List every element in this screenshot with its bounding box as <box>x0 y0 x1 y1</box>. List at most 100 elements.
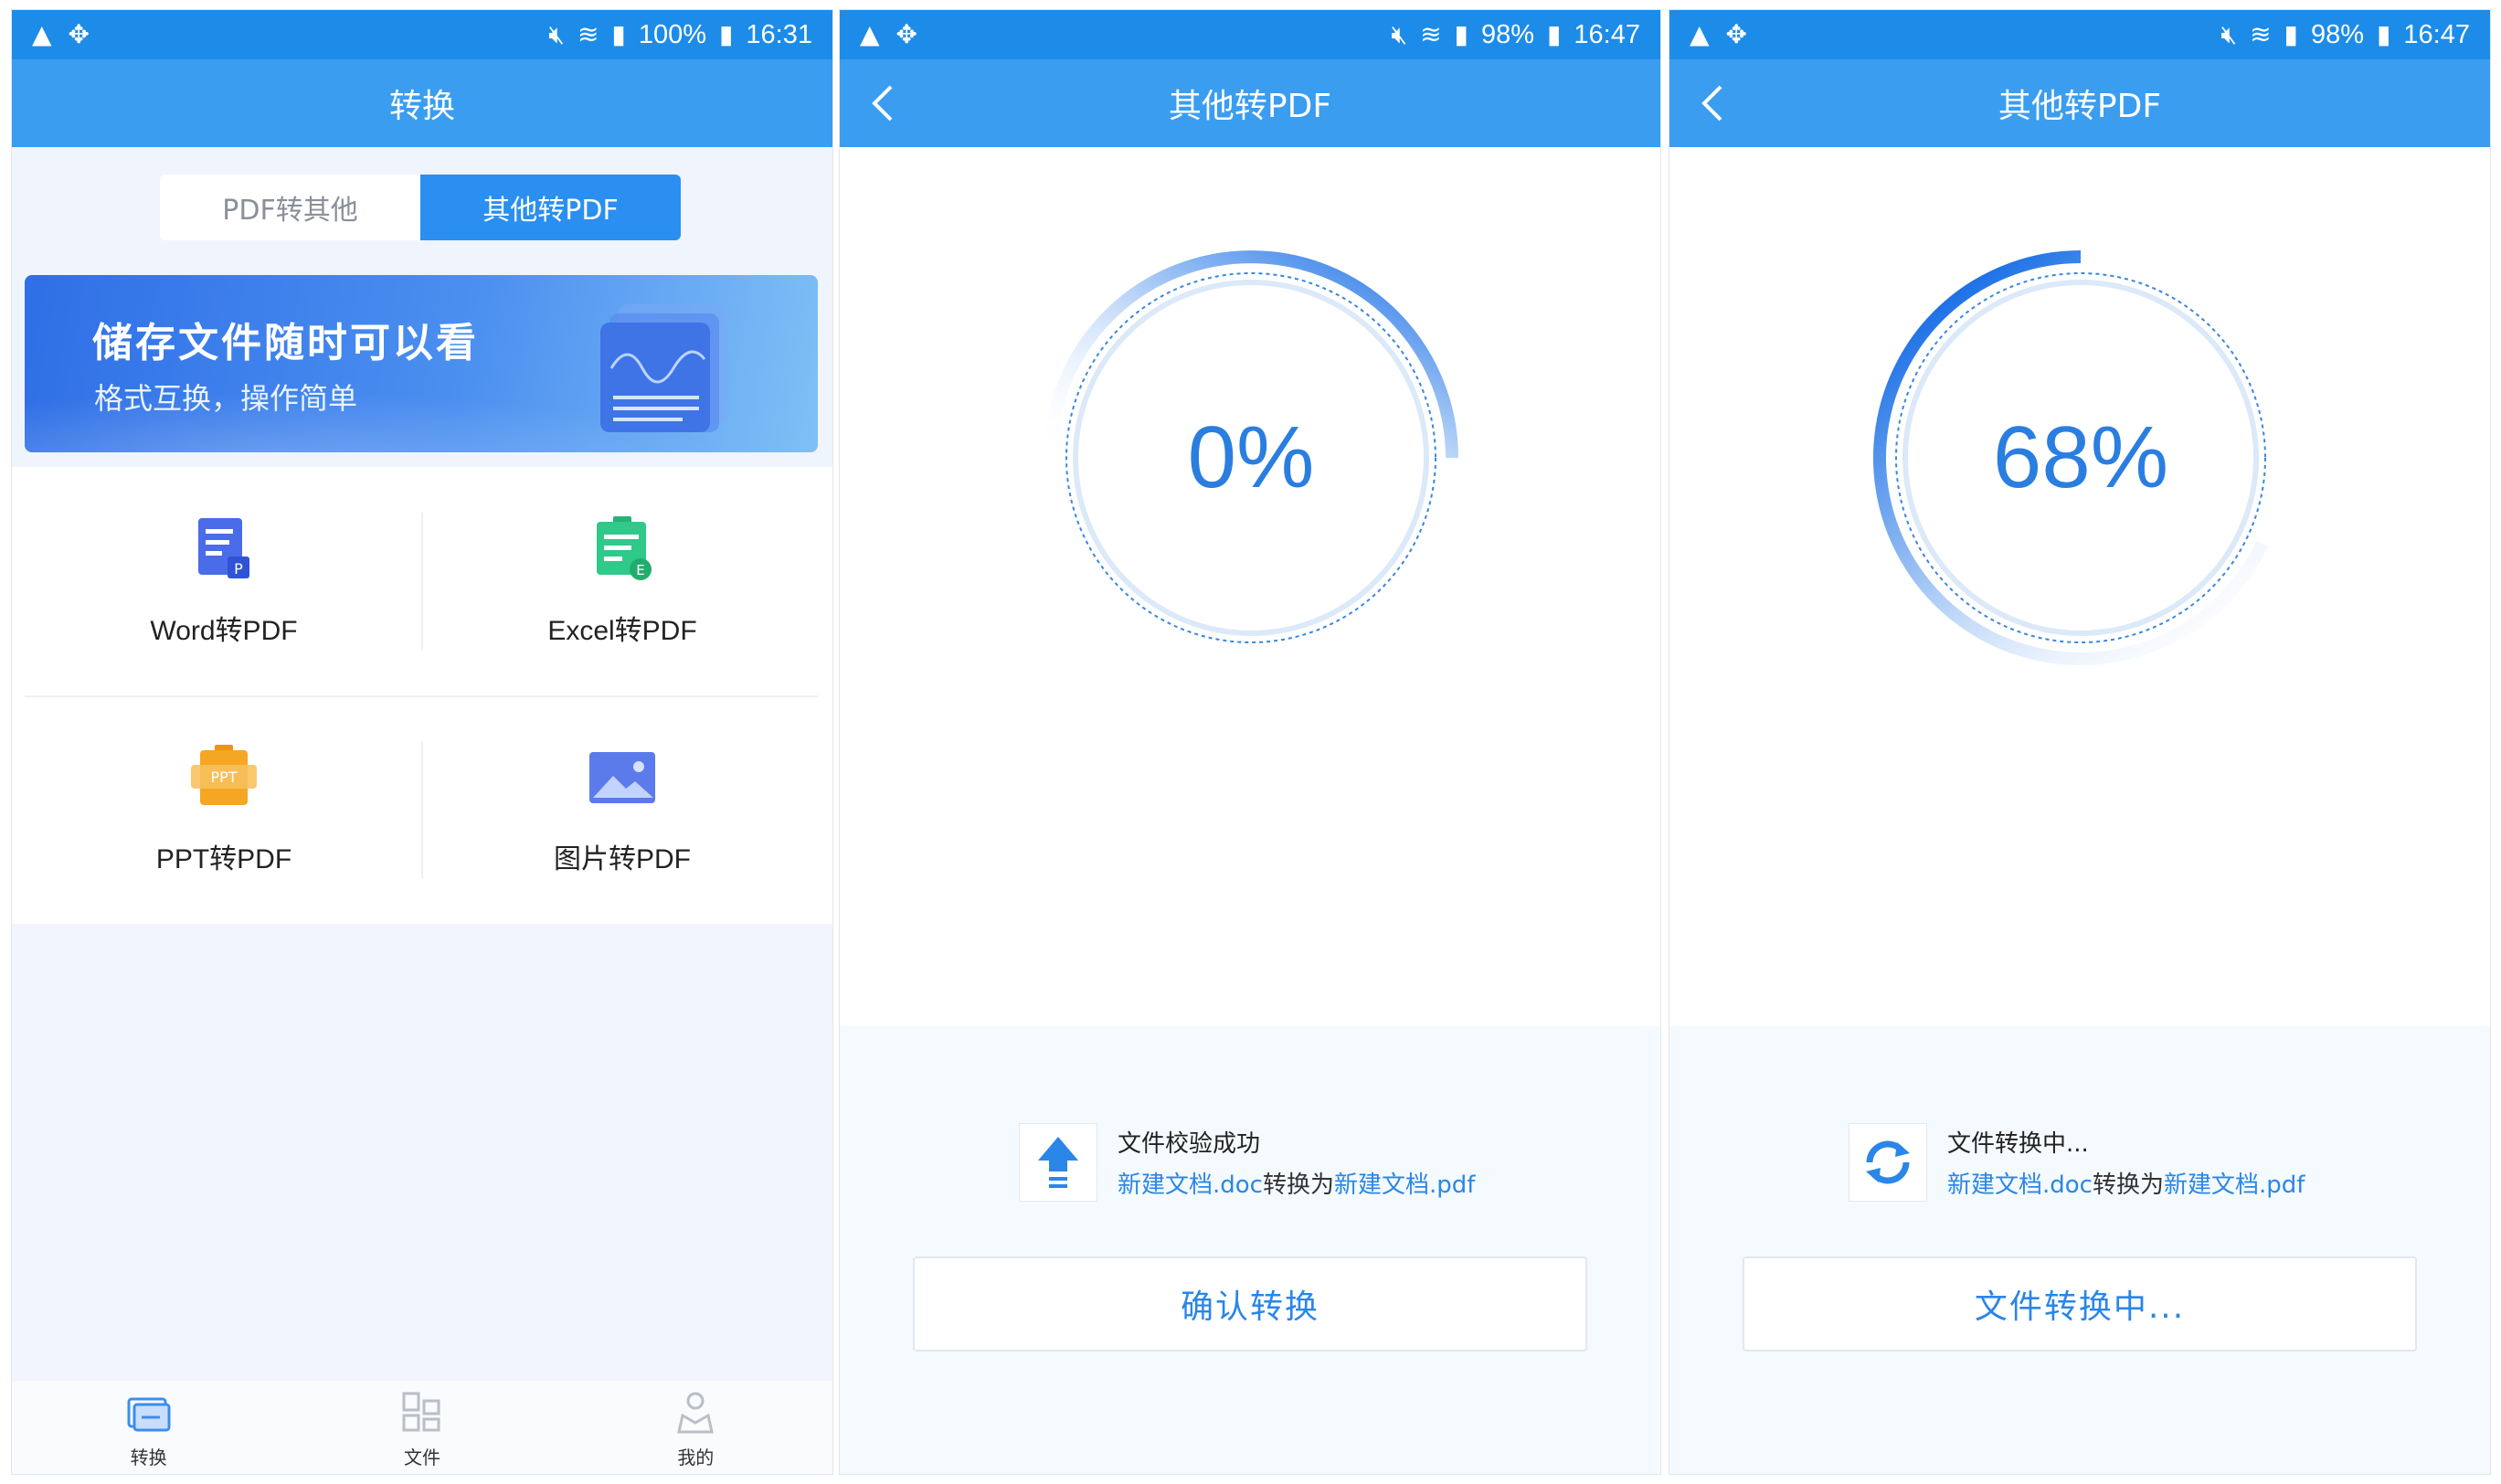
tab-files[interactable]: 文件 <box>331 1388 514 1469</box>
battery-icon: ▮ <box>2377 20 2391 48</box>
clock: 16:47 <box>1574 19 1640 49</box>
image-to-pdf-item[interactable]: 图片转PDF <box>423 695 821 924</box>
wifi-icon: ≋ <box>1420 20 1442 48</box>
warning-icon: ▲ <box>860 19 880 49</box>
file-text: 文件校验成功 新建文档.doc转换为新建文档.pdf <box>1118 1125 1475 1200</box>
back-arrow-icon[interactable] <box>864 81 907 125</box>
profile-icon <box>677 1392 715 1433</box>
item-label: Word转PDF <box>150 616 298 646</box>
tab-label: 转换 <box>130 1446 167 1468</box>
top-section: PDF转其他 其他转PDF 储存文件随时可以看 格式互换，操作简单 <box>12 147 832 467</box>
upload-arrow-icon <box>1038 1137 1078 1188</box>
confirm-convert-button[interactable]: 确认转换 <box>913 1256 1587 1352</box>
clock: 16:47 <box>2403 19 2470 49</box>
excel-doc-icon: E <box>597 516 652 580</box>
page-title: 其他转PDF <box>1998 88 2162 125</box>
page-title: 转换 <box>388 88 455 125</box>
battery-percent: 100% <box>638 19 706 49</box>
app-header: 其他转PDF <box>1669 59 2490 147</box>
file-status-text: 文件校验成功 <box>1118 1130 1261 1158</box>
app-notification-icon: ✥ <box>68 19 90 49</box>
conversion-grid: P Word转PDF E Excel转PDF PPT PPT转PDF 图片转PD… <box>12 467 832 924</box>
file-status-row: 文件校验成功 新建文档.doc转换为新建文档.pdf <box>1019 1123 1475 1202</box>
signal-icon: ▮ <box>2284 20 2298 48</box>
signal-icon: ▮ <box>1454 20 1468 48</box>
convert-home-screen: ▲ ✥ 🔇︎ ≋ ▮ 100% ▮ 16:31 转换 PDF转其他 其他转PDF… <box>11 9 833 1475</box>
file-text: 文件转换中... 新建文档.doc转换为新建文档.pdf <box>1947 1125 2305 1200</box>
mute-icon: 🔇︎ <box>2220 20 2238 48</box>
warning-icon: ▲ <box>1690 19 1710 49</box>
convert-to-text: 转换为 <box>1262 1171 1334 1199</box>
word-to-pdf-item[interactable]: P Word转PDF <box>25 467 423 695</box>
empty-area <box>12 924 832 1381</box>
converting-screen: ▲ ✥ 🔇︎ ≋ ▮ 98% ▮ 16:47 其他转PDF 68% 文件转换中.… <box>1669 9 2491 1475</box>
svg-text:P: P <box>234 560 243 578</box>
mute-icon: 🔇︎ <box>548 20 565 48</box>
item-label: PPT转PDF <box>155 844 292 874</box>
status-bar: ▲ ✥ 🔇︎ ≋ ▮ 100% ▮ 16:31 <box>12 10 832 59</box>
mute-icon: 🔇︎ <box>1391 20 1408 48</box>
progress-percent: 68% <box>1992 408 2169 506</box>
mode-segment-control: PDF转其他 其他转PDF <box>160 175 681 240</box>
tab-pdf-to-other[interactable]: PDF转其他 <box>160 175 420 240</box>
grid-divider <box>25 695 818 697</box>
status-bar: ▲ ✥ 🔇︎ ≋ ▮ 98% ▮ 16:47 <box>1669 10 2490 59</box>
file-conversion-line: 新建文档.doc转换为新建文档.pdf <box>1118 1166 1475 1200</box>
target-file-name: 新建文档.pdf <box>2164 1171 2305 1199</box>
battery-percent: 98% <box>2310 19 2364 49</box>
progress-percent: 0% <box>1187 408 1315 506</box>
app-notification-icon: ✥ <box>895 19 918 49</box>
progress-ring: 0% <box>1023 229 1479 686</box>
item-label: Excel转PDF <box>547 616 697 646</box>
document-stack-illustration-icon <box>600 304 728 432</box>
battery-percent: 98% <box>1480 19 1534 49</box>
target-file-name: 新建文档.pdf <box>1334 1171 1476 1199</box>
convert-confirm-screen: ▲ ✥ 🔇︎ ≋ ▮ 98% ▮ 16:47 其他转PDF 0% 文件校验成功 … <box>839 9 1661 1475</box>
excel-to-pdf-item[interactable]: E Excel转PDF <box>423 467 821 695</box>
word-doc-icon: P <box>198 518 249 578</box>
promo-banner[interactable]: 储存文件随时可以看 格式互换，操作简单 <box>25 275 818 452</box>
wifi-icon: ≋ <box>577 20 599 48</box>
signal-icon: ▮ <box>611 20 626 48</box>
page-title: 其他转PDF <box>1168 88 1332 125</box>
ppt-to-pdf-item[interactable]: PPT PPT转PDF <box>25 695 423 924</box>
app-notification-icon: ✥ <box>1725 19 1748 49</box>
grid-divider <box>421 513 423 650</box>
file-status-text: 文件转换中... <box>1947 1130 2089 1158</box>
refresh-icon <box>1866 1140 1910 1184</box>
status-bar: ▲ ✥ 🔇︎ ≋ ▮ 98% ▮ 16:47 <box>840 10 1660 59</box>
tab-label: 我的 <box>677 1446 715 1468</box>
tab-other-to-pdf[interactable]: 其他转PDF <box>420 175 681 240</box>
battery-icon: ▮ <box>719 20 734 48</box>
tab-label: 文件 <box>403 1446 440 1468</box>
image-doc-icon <box>589 752 655 803</box>
item-label: 图片转PDF <box>554 844 691 874</box>
app-header: 其他转PDF <box>840 59 1660 147</box>
file-icon-box <box>1019 1123 1097 1202</box>
grid-divider <box>421 741 423 878</box>
convert-to-text: 转换为 <box>2092 1171 2164 1199</box>
clock: 16:31 <box>746 19 812 49</box>
tab-convert[interactable]: 转换 <box>58 1388 240 1469</box>
file-status-row: 文件转换中... 新建文档.doc转换为新建文档.pdf <box>1849 1123 2305 1202</box>
source-file-name: 新建文档.doc <box>1118 1171 1263 1199</box>
back-arrow-icon[interactable] <box>1693 81 1737 125</box>
source-file-name: 新建文档.doc <box>1947 1171 2093 1199</box>
banner-subtitle: 格式互换，操作简单 <box>94 381 358 416</box>
app-header: 转换 <box>12 59 832 147</box>
ppt-doc-icon: PPT <box>191 745 257 805</box>
bottom-tab-bar: 转换 文件 我的 <box>12 1381 832 1474</box>
files-grid-icon <box>402 1392 440 1431</box>
wifi-icon: ≋ <box>2250 20 2272 48</box>
file-info-panel: 文件转换中... 新建文档.doc转换为新建文档.pdf 文件转换中... <box>1669 1026 2490 1474</box>
tab-profile[interactable]: 我的 <box>604 1388 787 1469</box>
warning-icon: ▲ <box>32 19 52 49</box>
svg-text:PPT: PPT <box>210 768 237 786</box>
converting-status-button[interactable]: 文件转换中... <box>1743 1256 2417 1352</box>
battery-icon: ▮ <box>1547 20 1562 48</box>
svg-text:E: E <box>636 562 644 578</box>
convert-folder-icon <box>127 1397 171 1431</box>
file-conversion-line: 新建文档.doc转换为新建文档.pdf <box>1947 1166 2305 1200</box>
progress-ring: 68% <box>1852 229 2309 686</box>
banner-title: 储存文件随时可以看 <box>92 320 479 366</box>
